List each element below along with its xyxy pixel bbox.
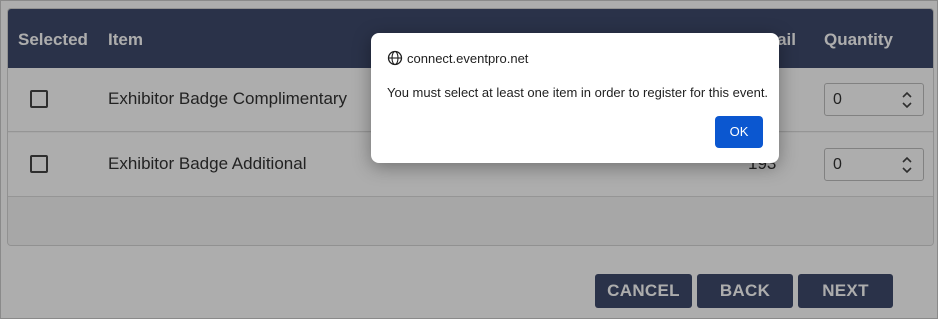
ok-button[interactable]: OK [715, 116, 763, 148]
page-frame: Selected Item Avail Quantity Exhibitor B… [0, 0, 938, 319]
dialog-message: You must select at least one item in ord… [387, 85, 769, 100]
dialog-origin: connect.eventpro.net [407, 51, 529, 66]
alert-dialog: connect.eventpro.net You must select at … [371, 33, 779, 163]
globe-icon [387, 50, 403, 66]
